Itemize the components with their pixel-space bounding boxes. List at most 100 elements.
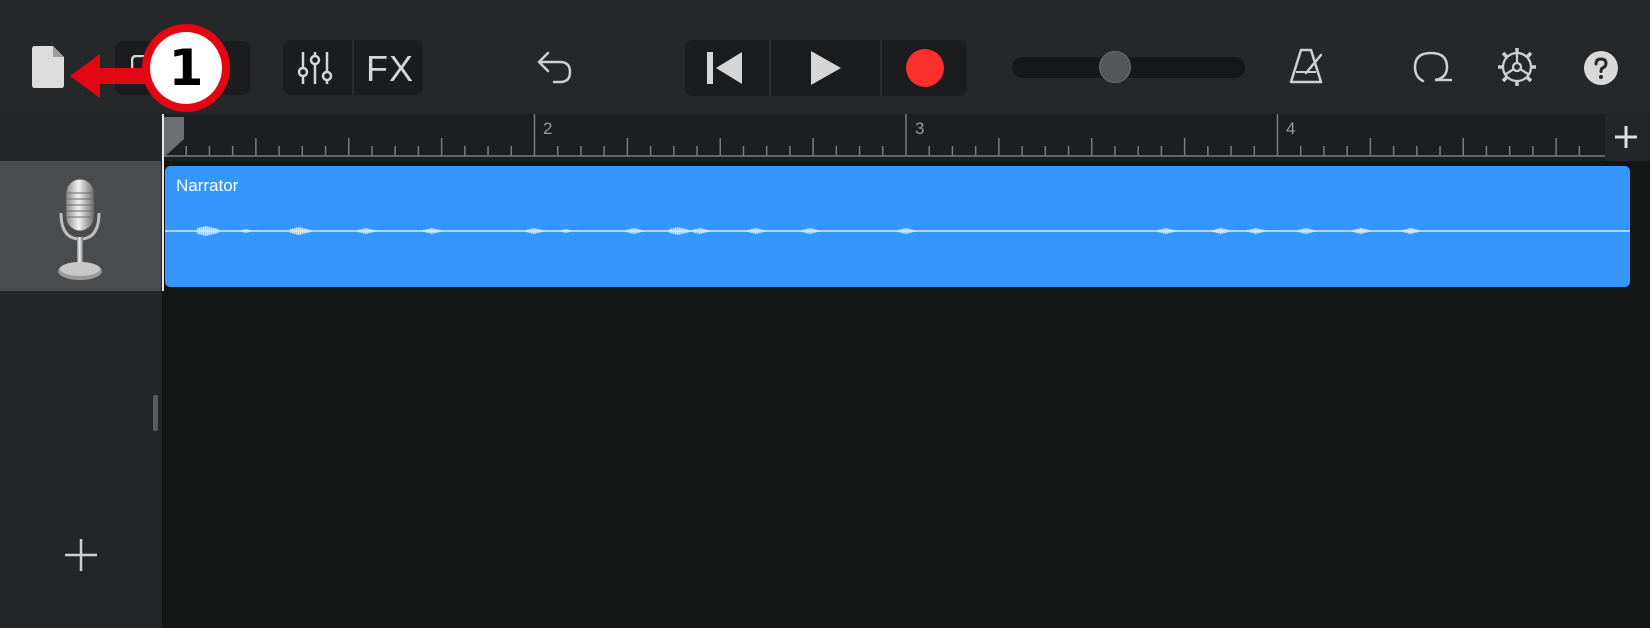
master-volume-slider[interactable] xyxy=(1012,51,1245,83)
waveform-peak xyxy=(203,226,205,236)
waveform-peak xyxy=(527,229,529,233)
waveform-peak xyxy=(1226,229,1228,233)
waveform-peak xyxy=(815,229,817,233)
annotation-step-marker: 1 xyxy=(142,24,230,112)
microphone-icon xyxy=(58,178,102,280)
ruler-ticks xyxy=(162,114,1605,157)
waveform-peak xyxy=(627,229,629,233)
waveform-peak xyxy=(747,230,749,232)
waveform-peak xyxy=(197,228,199,234)
waveform-peak xyxy=(687,229,689,233)
waveform-peak xyxy=(645,230,647,232)
waveform-peak xyxy=(1303,228,1305,234)
waveform-peak xyxy=(239,230,241,232)
empty-tracks-area[interactable] xyxy=(162,291,1650,628)
waveform-peak xyxy=(809,228,811,234)
waveform-peak xyxy=(1362,228,1364,234)
add-track-button[interactable] xyxy=(64,538,98,572)
waveform-peak xyxy=(749,229,751,233)
skip-back-icon xyxy=(707,52,742,84)
waveform-peak xyxy=(302,228,304,234)
waveform-peak xyxy=(577,230,579,232)
waveform-peak xyxy=(1167,228,1169,234)
transport-divider xyxy=(769,40,771,96)
waveform-peak xyxy=(1265,230,1267,232)
waveform-peak xyxy=(433,228,435,234)
undo-button[interactable] xyxy=(536,50,574,86)
undo-icon xyxy=(537,51,572,84)
waveform-peak xyxy=(211,227,213,235)
waveform-peak xyxy=(911,229,913,233)
waveform-peak xyxy=(1311,229,1313,233)
waveform-peak xyxy=(298,227,300,235)
playhead-flag-icon xyxy=(162,117,184,159)
waveform-peak xyxy=(701,228,703,234)
waveform-peak xyxy=(1220,228,1222,234)
help-button[interactable] xyxy=(1584,51,1618,85)
waveform-peak xyxy=(699,228,701,234)
waveform-peak xyxy=(215,228,217,234)
waveform-peak xyxy=(361,229,363,233)
playhead-line xyxy=(162,114,164,292)
waveform-peak xyxy=(575,230,577,232)
waveform-peak xyxy=(300,227,302,235)
waveform-peak xyxy=(691,230,693,232)
add-section-button[interactable] xyxy=(1614,125,1638,149)
waveform-peak xyxy=(1364,229,1366,233)
track-header-resize-handle[interactable] xyxy=(153,395,158,431)
waveform-peak xyxy=(1175,230,1177,232)
waveform-peak xyxy=(1177,230,1179,232)
waveform-peak xyxy=(1315,230,1317,232)
waveform-peak xyxy=(767,230,769,232)
waveform-peak xyxy=(241,230,243,232)
metronome-button[interactable] xyxy=(1287,47,1325,85)
waveform-peak xyxy=(561,230,563,232)
record-button[interactable] xyxy=(906,49,944,87)
waveform-peak xyxy=(377,230,379,232)
waveform-peak xyxy=(213,228,215,234)
waveform-peak xyxy=(807,228,809,234)
timeline-ruler[interactable]: 1 2 3 4 xyxy=(162,114,1605,161)
track-header-narrator[interactable] xyxy=(0,161,161,291)
volume-knob[interactable] xyxy=(1099,51,1131,83)
help-icon xyxy=(1584,51,1618,85)
waveform-peak xyxy=(1297,230,1299,232)
waveform-peak xyxy=(439,230,441,232)
waveform-peak xyxy=(541,230,543,232)
waveform-peak xyxy=(631,228,633,234)
waveform-peak xyxy=(1249,229,1251,233)
waveform-peak xyxy=(637,229,639,233)
waveform-peak xyxy=(899,229,901,233)
waveform-peak xyxy=(1263,230,1265,232)
waveform-peak xyxy=(441,230,443,232)
waveform-peak xyxy=(679,227,681,235)
waveform-peak xyxy=(1216,229,1218,233)
my-songs-button[interactable] xyxy=(32,46,66,88)
waveform-peak xyxy=(643,230,645,232)
waveform-peak xyxy=(757,228,759,234)
loop-browser-button[interactable] xyxy=(1413,50,1453,84)
waveform-peak xyxy=(251,230,253,232)
waveform-peak xyxy=(1171,229,1173,233)
fx-button[interactable]: FX xyxy=(366,48,414,90)
waveform-peak xyxy=(903,228,905,234)
waveform-peak xyxy=(569,230,571,232)
waveform-peak xyxy=(243,229,245,233)
mixer-button[interactable] xyxy=(297,50,333,86)
waveform-peak xyxy=(1356,229,1358,233)
play-button[interactable] xyxy=(810,50,842,86)
audio-region[interactable]: Narrator xyxy=(165,166,1630,287)
waveform-peak xyxy=(685,229,687,233)
go-to-beginning-button[interactable] xyxy=(706,51,744,85)
waveform-peak xyxy=(533,228,535,234)
metronome-icon xyxy=(1289,48,1323,84)
playhead-handle[interactable] xyxy=(162,117,186,159)
waveform-peak xyxy=(1416,229,1418,233)
waveform-peak xyxy=(571,230,573,232)
waveform-peak xyxy=(1218,228,1220,234)
waveform-peak xyxy=(294,228,296,234)
waveform-peak xyxy=(1410,228,1412,234)
waveform-peak xyxy=(803,229,805,233)
waveform-peak xyxy=(1305,228,1307,234)
settings-button[interactable] xyxy=(1497,47,1537,87)
